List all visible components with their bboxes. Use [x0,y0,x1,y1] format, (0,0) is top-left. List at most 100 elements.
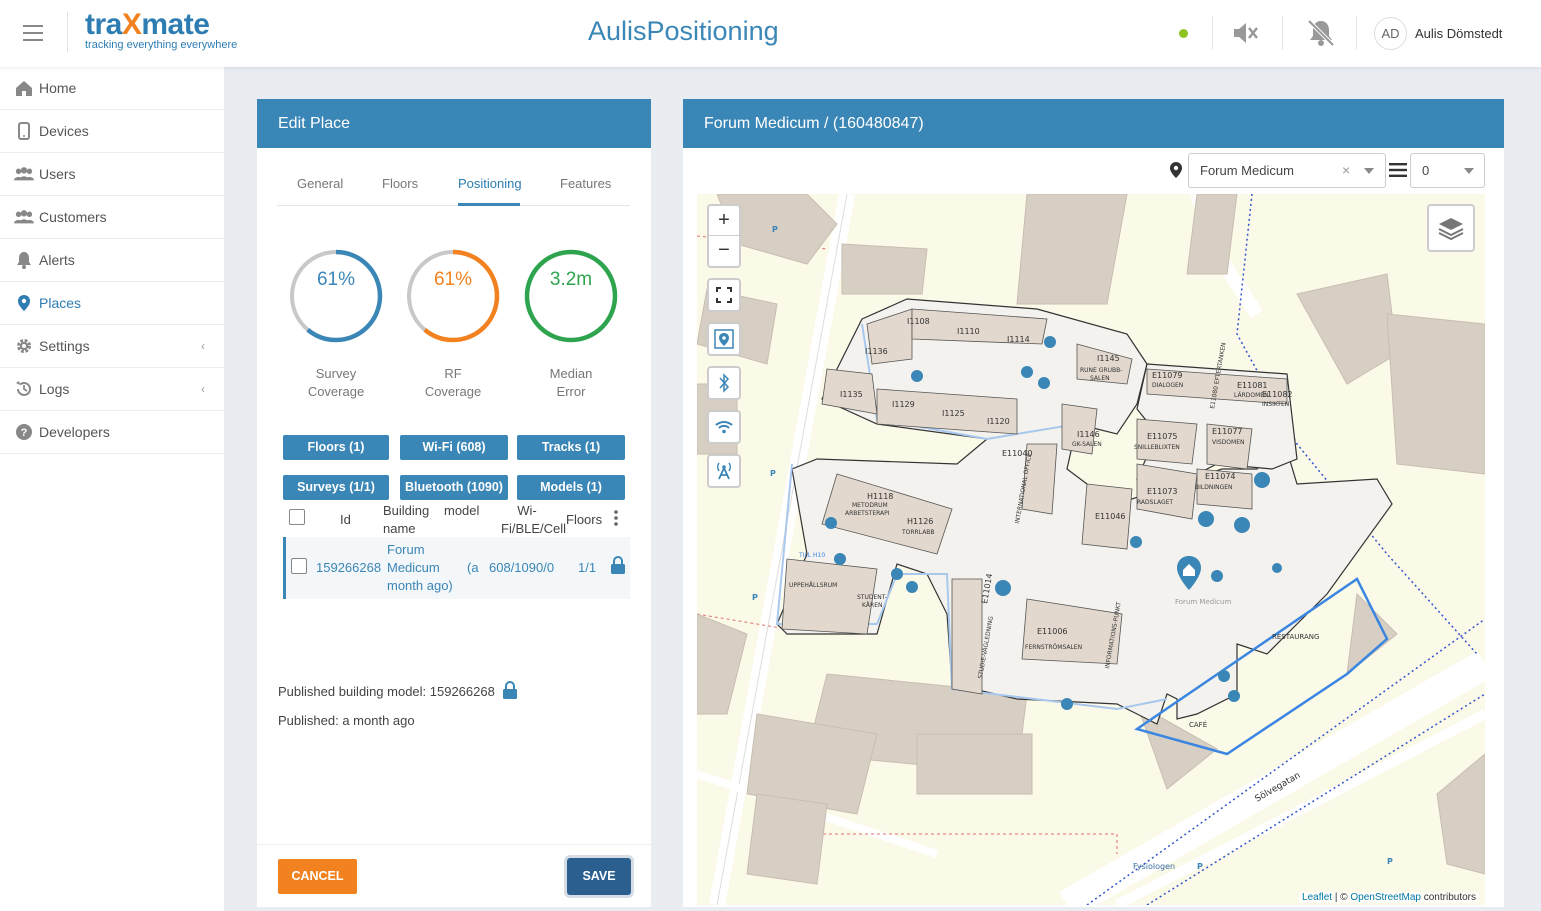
room-label: I1114 [1007,335,1030,344]
users-icon [14,164,34,184]
floor-plan-map[interactable]: I1108 I1110 I1114 I1136 I1145 RUNE GRUBB… [697,194,1485,905]
cancel-button[interactable]: CANCEL [278,859,357,894]
bluetooth-button[interactable]: Bluetooth (1090) [400,475,508,500]
sidebar-item-customers[interactable]: Customers [0,196,224,239]
rf-coverage-label: RF Coverage [405,365,501,401]
table-row[interactable]: 159266268 Forum Medicum month ago) (a 60… [283,537,630,599]
save-button[interactable]: SAVE [567,858,631,895]
leaflet-link[interactable]: Leaflet [1302,892,1332,903]
room-label: E11081 [1237,381,1268,390]
sidebar-item-home[interactable]: Home [0,67,224,110]
models-button[interactable]: Models (1) [517,475,625,500]
cell-line: month ago) [387,578,453,593]
survey-coverage-value: 61% [316,269,356,290]
header-line: Building [383,503,430,518]
room-label: DIALOGEN [1152,382,1183,389]
room-label: INSIKTEN [1262,401,1289,408]
parking-icon: P [752,593,758,602]
room-label: CAFÉ [1189,720,1207,729]
gauge-label-line: Survey [315,366,357,381]
sidebar-item-devices[interactable]: Devices [0,110,224,153]
column-header-building-name[interactable]: Building name [383,502,429,538]
sidebar-item-places[interactable]: Places [0,282,224,325]
row-id[interactable]: 159266268 [316,559,381,577]
building-select[interactable]: Forum Medicum × [1188,153,1386,188]
restroom-icon [911,370,923,382]
restroom-icon [1254,472,1270,488]
wifi-layer-button[interactable] [707,410,741,444]
gauge-label-line: RF [444,366,462,381]
sidebar-item-label: Customers [39,209,107,225]
fullscreen-button[interactable] [707,278,741,312]
logo-divider [67,12,68,52]
sidebar-item-settings[interactable]: Settings ‹ [0,325,224,368]
divider [1356,16,1357,50]
clear-selection-icon[interactable]: × [1342,154,1350,187]
avatar[interactable]: AD [1374,17,1407,50]
room-label: I1135 [840,390,863,399]
column-header-floors[interactable]: Floors [566,511,602,529]
row-floors: 1/1 [578,560,597,575]
restroom-icon [825,517,837,529]
gauge-label-line: Coverage [424,384,482,399]
row-building-name[interactable]: Forum Medicum month ago) [387,541,453,595]
chevron-left-icon: ‹ [201,382,205,396]
column-header-wifi[interactable]: Wi- Fi/BLE/Cell [501,502,566,538]
wifi-button[interactable]: Wi-Fi (608) [400,435,508,460]
device-icon [14,121,34,141]
room-label: I1136 [865,347,888,356]
location-pin-icon [1169,161,1183,184]
notifications-off-icon[interactable] [1306,18,1336,48]
attribution-tail: contributors [1420,892,1476,903]
sidebar-item-alerts[interactable]: Alerts [0,239,224,282]
cell-tower-layer-button[interactable] [707,454,741,488]
parking-icon: P [1387,857,1393,866]
parking-icon: P [772,225,778,234]
bluetooth-layer-button[interactable] [707,366,741,400]
parking-icon: P [1197,862,1203,871]
column-header-model[interactable]: model [444,502,479,520]
top-bar: traXmate tracking everything everywhere … [0,0,1541,67]
layers-icon [1438,218,1464,241]
sidebar-item-label: Settings [39,338,90,354]
list-icon[interactable] [1389,162,1407,183]
tab-features[interactable]: Features [560,176,611,191]
row-checkbox[interactable] [291,558,307,574]
select-all-checkbox[interactable] [289,509,305,525]
row-model[interactable]: (a [467,559,479,577]
lock-icon[interactable] [610,556,626,579]
column-header-id[interactable]: Id [340,511,351,529]
room-label: I1110 [957,327,980,336]
room-label: VISDOMEN [1212,439,1244,446]
room-label: E11046 [1095,512,1126,521]
sidebar-item-users[interactable]: Users [0,153,224,196]
floor-select[interactable]: 0 [1410,153,1485,188]
sound-muted-icon[interactable] [1230,18,1260,48]
tab-positioning[interactable]: Positioning [458,176,522,191]
chevron-down-icon [1364,168,1374,174]
sidebar-item-label: Alerts [39,252,75,268]
gauge-label-line: Median [549,366,593,381]
surveys-button[interactable]: Surveys (1/1) [283,475,389,500]
layers-button[interactable] [1427,204,1475,252]
sidebar-item-developers[interactable]: ? Developers [0,411,224,454]
user-name[interactable]: Aulis Dömstedt [1415,26,1502,41]
osm-link[interactable]: OpenStreetMap [1350,892,1421,903]
logo[interactable]: traXmate tracking everything everywhere [85,9,237,52]
cell-line: Forum [387,542,425,557]
locate-button[interactable] [707,322,741,356]
zoom-in-button[interactable]: + [709,206,739,236]
tab-general[interactable]: General [297,176,343,191]
column-menu-icon[interactable] [614,509,618,527]
sidebar-item-logs[interactable]: Logs ‹ [0,368,224,411]
footer-divider [257,844,651,845]
room-label: TORRLABB [901,529,935,536]
tab-floors[interactable]: Floors [382,176,418,191]
hamburger-menu-icon[interactable] [23,25,43,41]
floors-button[interactable]: Floors (1) [283,435,389,460]
survey-coverage-label: Survey Coverage [288,365,384,401]
zoom-out-button[interactable]: − [709,236,739,266]
sidebar-item-label: Devices [39,123,89,139]
tracks-button[interactable]: Tracks (1) [517,435,625,460]
room-label: RESTAURANG [1272,633,1319,641]
